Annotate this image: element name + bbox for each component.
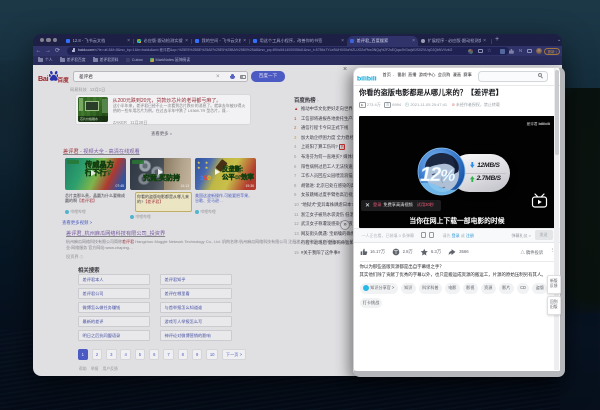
- svg-text:bilibili: bilibili: [357, 75, 377, 82]
- svg-text:12%: 12%: [420, 164, 455, 186]
